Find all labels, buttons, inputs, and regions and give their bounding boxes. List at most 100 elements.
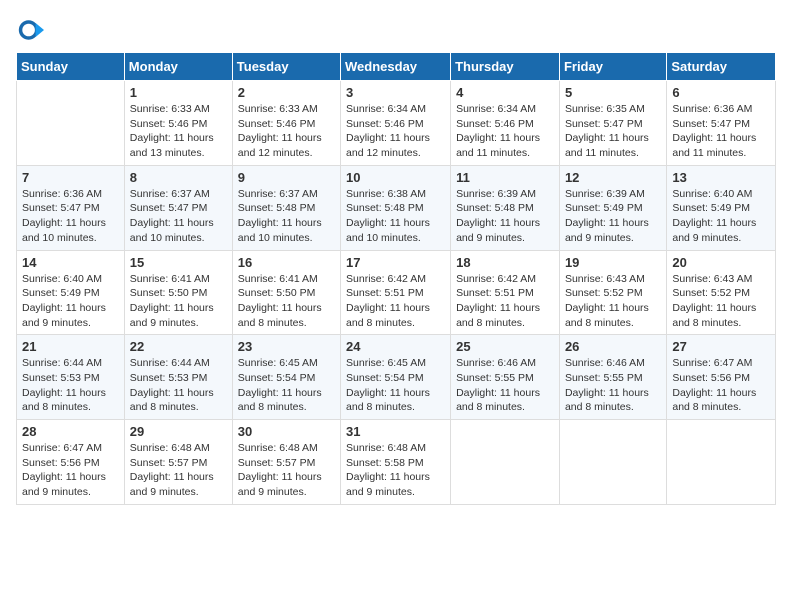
day-info: Sunrise: 6:36 AM Sunset: 5:47 PM Dayligh… bbox=[672, 102, 770, 161]
calendar-cell: 3Sunrise: 6:34 AM Sunset: 5:46 PM Daylig… bbox=[341, 81, 451, 166]
day-info: Sunrise: 6:34 AM Sunset: 5:46 PM Dayligh… bbox=[346, 102, 445, 161]
calendar-week-row: 7 Sunrise: 6:36 AM Sunset: 5:47 PM Daylig… bbox=[17, 165, 776, 250]
calendar-cell: 13 Sunrise: 6:40 AM Sunset: 5:49 PM Dayli… bbox=[667, 165, 776, 250]
calendar-cell: 15Sunrise: 6:41 AM Sunset: 5:50 PM Dayli… bbox=[124, 250, 232, 335]
day-number: 13 bbox=[672, 170, 770, 185]
day-info: Sunrise: 6:42 AM Sunset: 5:51 PM Dayligh… bbox=[346, 272, 445, 331]
day-info: Sunrise: 6:42 AM Sunset: 5:51 PM Dayligh… bbox=[456, 272, 554, 331]
day-info: Sunrise: 6:37 AM Sunset: 5:48 PM Dayligh… bbox=[238, 187, 335, 246]
calendar-cell: 10 Sunrise: 6:38 AM Sunset: 5:48 PM Dayli… bbox=[341, 165, 451, 250]
calendar-day-header: Friday bbox=[559, 53, 666, 81]
day-info: Sunrise: 6:43 AM Sunset: 5:52 PM Dayligh… bbox=[565, 272, 661, 331]
day-number: 19 bbox=[565, 255, 661, 270]
day-info: Sunrise: 6:46 AM Sunset: 5:55 PM Dayligh… bbox=[565, 356, 661, 415]
calendar-cell: 12 Sunrise: 6:39 AM Sunset: 5:49 PM Dayli… bbox=[559, 165, 666, 250]
day-info: Sunrise: 6:46 AM Sunset: 5:55 PM Dayligh… bbox=[456, 356, 554, 415]
calendar-week-row: 21Sunrise: 6:44 AM Sunset: 5:53 PM Dayli… bbox=[17, 335, 776, 420]
calendar-cell bbox=[559, 420, 666, 505]
day-number: 1 bbox=[130, 85, 227, 100]
calendar-day-header: Sunday bbox=[17, 53, 125, 81]
calendar-cell bbox=[17, 81, 125, 166]
day-info: Sunrise: 6:35 AM Sunset: 5:47 PM Dayligh… bbox=[565, 102, 661, 161]
calendar-cell: 5 Sunrise: 6:35 AM Sunset: 5:47 PM Daylig… bbox=[559, 81, 666, 166]
day-info: Sunrise: 6:33 AM Sunset: 5:46 PM Dayligh… bbox=[238, 102, 335, 161]
day-number: 4 bbox=[456, 85, 554, 100]
calendar-cell bbox=[451, 420, 560, 505]
day-number: 5 bbox=[565, 85, 661, 100]
day-info: Sunrise: 6:47 AM Sunset: 5:56 PM Dayligh… bbox=[22, 441, 119, 500]
calendar-table: SundayMondayTuesdayWednesdayThursdayFrid… bbox=[16, 52, 776, 505]
day-number: 7 bbox=[22, 170, 119, 185]
calendar-cell: 26 Sunrise: 6:46 AM Sunset: 5:55 PM Dayli… bbox=[559, 335, 666, 420]
day-info: Sunrise: 6:48 AM Sunset: 5:57 PM Dayligh… bbox=[238, 441, 335, 500]
day-number: 9 bbox=[238, 170, 335, 185]
calendar-cell: 6 Sunrise: 6:36 AM Sunset: 5:47 PM Daylig… bbox=[667, 81, 776, 166]
day-info: Sunrise: 6:40 AM Sunset: 5:49 PM Dayligh… bbox=[672, 187, 770, 246]
calendar-cell: 20Sunrise: 6:43 AM Sunset: 5:52 PM Dayli… bbox=[667, 250, 776, 335]
calendar-cell bbox=[667, 420, 776, 505]
day-info: Sunrise: 6:36 AM Sunset: 5:47 PM Dayligh… bbox=[22, 187, 119, 246]
day-info: Sunrise: 6:38 AM Sunset: 5:48 PM Dayligh… bbox=[346, 187, 445, 246]
logo-icon bbox=[16, 16, 44, 44]
day-number: 30 bbox=[238, 424, 335, 439]
calendar-cell: 28 Sunrise: 6:47 AM Sunset: 5:56 PM Dayli… bbox=[17, 420, 125, 505]
day-number: 15 bbox=[130, 255, 227, 270]
day-number: 18 bbox=[456, 255, 554, 270]
calendar-day-header: Saturday bbox=[667, 53, 776, 81]
day-info: Sunrise: 6:39 AM Sunset: 5:48 PM Dayligh… bbox=[456, 187, 554, 246]
day-info: Sunrise: 6:45 AM Sunset: 5:54 PM Dayligh… bbox=[238, 356, 335, 415]
calendar-cell: 18 Sunrise: 6:42 AM Sunset: 5:51 PM Dayli… bbox=[451, 250, 560, 335]
day-number: 23 bbox=[238, 339, 335, 354]
day-info: Sunrise: 6:39 AM Sunset: 5:49 PM Dayligh… bbox=[565, 187, 661, 246]
day-number: 25 bbox=[456, 339, 554, 354]
calendar-cell: 25 Sunrise: 6:46 AM Sunset: 5:55 PM Dayli… bbox=[451, 335, 560, 420]
calendar-week-row: 1 Sunrise: 6:33 AM Sunset: 5:46 PM Daylig… bbox=[17, 81, 776, 166]
calendar-day-header: Monday bbox=[124, 53, 232, 81]
page-header bbox=[16, 16, 776, 44]
day-number: 20 bbox=[672, 255, 770, 270]
day-number: 8 bbox=[130, 170, 227, 185]
calendar-cell: 27Sunrise: 6:47 AM Sunset: 5:56 PM Dayli… bbox=[667, 335, 776, 420]
calendar-cell: 16Sunrise: 6:41 AM Sunset: 5:50 PM Dayli… bbox=[232, 250, 340, 335]
calendar-cell: 30 Sunrise: 6:48 AM Sunset: 5:57 PM Dayli… bbox=[232, 420, 340, 505]
day-number: 31 bbox=[346, 424, 445, 439]
calendar-cell: 9 Sunrise: 6:37 AM Sunset: 5:48 PM Daylig… bbox=[232, 165, 340, 250]
calendar-cell: 14Sunrise: 6:40 AM Sunset: 5:49 PM Dayli… bbox=[17, 250, 125, 335]
calendar-cell: 22Sunrise: 6:44 AM Sunset: 5:53 PM Dayli… bbox=[124, 335, 232, 420]
day-info: Sunrise: 6:45 AM Sunset: 5:54 PM Dayligh… bbox=[346, 356, 445, 415]
day-number: 22 bbox=[130, 339, 227, 354]
calendar-cell: 1 Sunrise: 6:33 AM Sunset: 5:46 PM Daylig… bbox=[124, 81, 232, 166]
day-number: 2 bbox=[238, 85, 335, 100]
day-info: Sunrise: 6:44 AM Sunset: 5:53 PM Dayligh… bbox=[22, 356, 119, 415]
calendar-header-row: SundayMondayTuesdayWednesdayThursdayFrid… bbox=[17, 53, 776, 81]
calendar-cell: 7 Sunrise: 6:36 AM Sunset: 5:47 PM Daylig… bbox=[17, 165, 125, 250]
calendar-cell: 21Sunrise: 6:44 AM Sunset: 5:53 PM Dayli… bbox=[17, 335, 125, 420]
day-info: Sunrise: 6:34 AM Sunset: 5:46 PM Dayligh… bbox=[456, 102, 554, 161]
calendar-cell: 8Sunrise: 6:37 AM Sunset: 5:47 PM Daylig… bbox=[124, 165, 232, 250]
day-number: 6 bbox=[672, 85, 770, 100]
calendar-cell: 24 Sunrise: 6:45 AM Sunset: 5:54 PM Dayli… bbox=[341, 335, 451, 420]
calendar-week-row: 28 Sunrise: 6:47 AM Sunset: 5:56 PM Dayli… bbox=[17, 420, 776, 505]
logo bbox=[16, 16, 48, 44]
calendar-cell: 4 Sunrise: 6:34 AM Sunset: 5:46 PM Daylig… bbox=[451, 81, 560, 166]
day-number: 24 bbox=[346, 339, 445, 354]
calendar-day-header: Tuesday bbox=[232, 53, 340, 81]
day-number: 12 bbox=[565, 170, 661, 185]
calendar-cell: 11Sunrise: 6:39 AM Sunset: 5:48 PM Dayli… bbox=[451, 165, 560, 250]
calendar-day-header: Wednesday bbox=[341, 53, 451, 81]
calendar-cell: 31 Sunrise: 6:48 AM Sunset: 5:58 PM Dayli… bbox=[341, 420, 451, 505]
day-number: 17 bbox=[346, 255, 445, 270]
day-info: Sunrise: 6:33 AM Sunset: 5:46 PM Dayligh… bbox=[130, 102, 227, 161]
calendar-week-row: 14Sunrise: 6:40 AM Sunset: 5:49 PM Dayli… bbox=[17, 250, 776, 335]
day-number: 10 bbox=[346, 170, 445, 185]
calendar-cell: 2 Sunrise: 6:33 AM Sunset: 5:46 PM Daylig… bbox=[232, 81, 340, 166]
day-info: Sunrise: 6:41 AM Sunset: 5:50 PM Dayligh… bbox=[238, 272, 335, 331]
day-info: Sunrise: 6:48 AM Sunset: 5:58 PM Dayligh… bbox=[346, 441, 445, 500]
day-number: 14 bbox=[22, 255, 119, 270]
day-number: 28 bbox=[22, 424, 119, 439]
day-number: 26 bbox=[565, 339, 661, 354]
day-number: 27 bbox=[672, 339, 770, 354]
day-info: Sunrise: 6:48 AM Sunset: 5:57 PM Dayligh… bbox=[130, 441, 227, 500]
calendar-cell: 29Sunrise: 6:48 AM Sunset: 5:57 PM Dayli… bbox=[124, 420, 232, 505]
calendar-cell: 19 Sunrise: 6:43 AM Sunset: 5:52 PM Dayli… bbox=[559, 250, 666, 335]
